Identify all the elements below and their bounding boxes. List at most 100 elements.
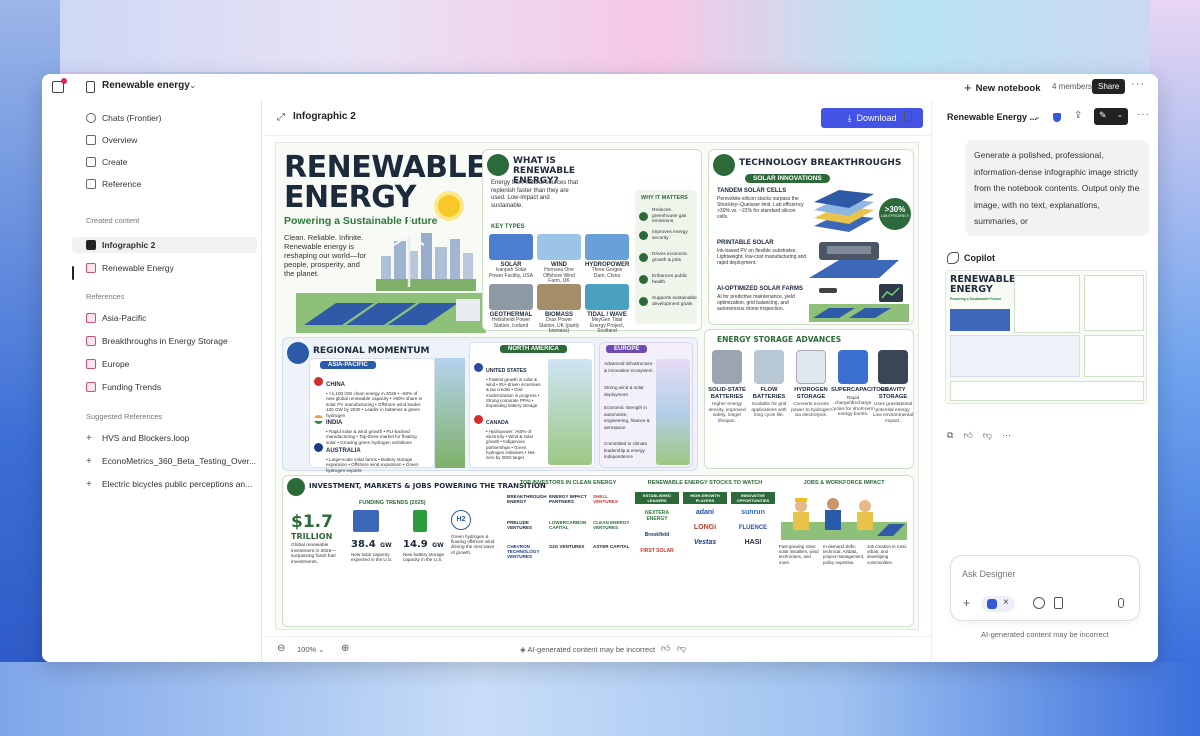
share-button[interactable]: Share xyxy=(1092,79,1126,94)
zoom-value: 100% xyxy=(297,645,317,654)
asia-pacific-panel: ASIA-PACIFIC CHINA • >1,100 GW clean ener… xyxy=(309,358,435,473)
briefcase-icon xyxy=(287,478,305,496)
region-tag: NORTH AMERICA xyxy=(500,345,567,353)
download-icon: ⤓ xyxy=(847,112,852,123)
chevron-down-icon[interactable]: ⌄ xyxy=(189,80,197,91)
country-name: CANADA xyxy=(486,420,509,426)
wallpaper-top xyxy=(0,0,1200,72)
stock-name: LONGi xyxy=(693,524,717,531)
suggested-item[interactable]: + Electric bicycles public perceptions an… xyxy=(86,476,252,492)
notebook-icon xyxy=(86,81,95,93)
palette-icon[interactable] xyxy=(1033,597,1045,609)
section-body: Energy from natural sources that repleni… xyxy=(491,180,579,209)
share-icon[interactable]: ⇪ xyxy=(1074,110,1082,121)
what-is-section: WHAT IS RENEWABLE ENERGY? Energy from na… xyxy=(482,149,702,334)
reference-label: Funding Trends xyxy=(102,382,162,392)
sidebar-item-reference[interactable]: Reference xyxy=(86,176,141,192)
china-flag-icon xyxy=(314,377,323,387)
attach-icon[interactable] xyxy=(1054,597,1063,609)
key-type-desc: MeyGen Tidal Energy Project, Scotland xyxy=(589,317,625,334)
infographic-icon xyxy=(86,240,96,250)
sidebar-item-overview[interactable]: Overview xyxy=(86,132,137,148)
panel-title[interactable]: Renewable Energy ... xyxy=(947,112,1037,122)
key-type-biomass: BIOMASS Drax Power Station, UK (partly bi… xyxy=(537,284,581,335)
more-options-icon[interactable]: ··· xyxy=(1002,430,1011,441)
hydrogen-tank-icon xyxy=(796,350,826,384)
drone-illustration xyxy=(809,284,909,322)
copy-icon[interactable] xyxy=(904,111,912,122)
more-options-icon[interactable]: ··· xyxy=(1137,109,1150,120)
gear-icon xyxy=(713,154,735,176)
biomass-image xyxy=(537,284,581,310)
zoom-in-icon[interactable]: ⊕ xyxy=(341,643,349,654)
stock-name: Brookfield xyxy=(644,532,670,538)
close-icon[interactable]: × xyxy=(1003,597,1009,608)
europe-point-text: Committed to climate leadership & energy… xyxy=(604,441,648,459)
investors-label: TOP INVESTORS IN CLEAN ENERGY xyxy=(519,480,617,486)
thumbs-down-icon[interactable]: 👎︎ xyxy=(677,643,686,654)
tech-item-desc: Perovskite-silicon stacks surpass the Sh… xyxy=(717,196,804,220)
thumbs-up-icon[interactable]: 👍︎ xyxy=(661,643,670,654)
sidebar-item-infographic-2[interactable]: Infographic 2 xyxy=(72,237,257,253)
jobs-label: JOBS & WORKFORCE IMPACT xyxy=(803,480,885,486)
notebook-title[interactable]: Renewable energy xyxy=(102,80,190,91)
zoom-level[interactable]: 100% ⌄ xyxy=(297,645,325,654)
storage-name: SOLID-STATE BATTERIES xyxy=(708,387,746,400)
tech-item: AI-OPTIMIZED SOLAR FARMS AI for predictiv… xyxy=(717,286,807,312)
more-options-icon[interactable]: ··· xyxy=(1131,78,1145,90)
new-chat-button[interactable]: ✎ ⌄ xyxy=(1094,108,1128,125)
add-icon[interactable]: + xyxy=(963,596,970,610)
europe-point-text: Strong wind & solar deployment xyxy=(604,385,644,397)
copilot-label: Copilot xyxy=(947,252,995,264)
reference-item[interactable]: Breakthroughs in Energy Storage xyxy=(86,333,228,349)
reference-item[interactable]: Asia-Pacific xyxy=(86,310,146,326)
zoom-out-icon[interactable]: ⊖ xyxy=(277,643,285,654)
thumbs-up-icon[interactable]: 👍︎ xyxy=(963,430,972,441)
sidebar-item-label: Overview xyxy=(102,135,138,145)
why-icon xyxy=(639,231,648,240)
storage-item: HYDROGEN STORAGE Converts excess power to… xyxy=(789,350,833,419)
sidebar-item-label: Renewable Energy xyxy=(102,263,174,273)
sidebar-item-chats[interactable]: Chats (Frontier) xyxy=(86,110,162,126)
suggested-item[interactable]: + EconoMetrics_360_Beta_Testing_Over... xyxy=(86,453,256,469)
plus-icon: + xyxy=(86,455,92,467)
members-count[interactable]: 4 members xyxy=(1052,82,1092,91)
reference-item[interactable]: Funding Trends xyxy=(86,379,161,395)
country-name: AUSTRALIA xyxy=(326,448,361,454)
app-menu-icon[interactable] xyxy=(52,78,67,93)
kpi-unit: GW xyxy=(380,542,392,549)
copy-icon[interactable]: ⧉ xyxy=(947,430,953,441)
investment-section: INVESTMENT, MARKETS & JOBS POWERING THE … xyxy=(282,475,914,627)
chat-input-box: + × xyxy=(950,555,1140,621)
stock-name: sunrun xyxy=(741,509,765,516)
designer-chip[interactable]: × xyxy=(981,596,1015,612)
technology-section: TECHNOLOGY BREAKTHROUGHS SOLAR INNOVATIO… xyxy=(708,149,914,325)
kpi-desc: Global renewable investment in 2025—surp… xyxy=(291,543,337,565)
storage-item: SUPERCAPACITORS Rapid charge/discharge cy… xyxy=(831,350,889,418)
solar-panels-illustration xyxy=(296,293,486,333)
kpi-investment: $1.7 TRILLION Global renewable investment … xyxy=(291,512,349,565)
stock-name: FLUENCE xyxy=(738,525,768,531)
country-name: INDIA xyxy=(326,420,343,426)
reference-item[interactable]: Europe xyxy=(86,356,129,372)
kpi-unit: GW xyxy=(432,542,444,549)
generated-image-thumbnail[interactable]: RENEWABLE ENERGY Powering a Sustainable F… xyxy=(945,270,1147,404)
overview-icon xyxy=(86,135,96,145)
section-heading: TECHNOLOGY BREAKTHROUGHS xyxy=(739,158,902,168)
expand-icon[interactable]: ⤢ xyxy=(277,112,285,123)
key-type-desc: Drax Power Station, UK (partly biomass) xyxy=(538,317,580,334)
references-heading: References xyxy=(86,292,125,301)
thumbs-down-icon[interactable]: 👎︎ xyxy=(983,430,992,441)
storage-desc: Rapid charge/discharge cycles for short-… xyxy=(831,395,875,418)
microphone-icon[interactable] xyxy=(1118,598,1124,608)
ask-designer-input[interactable] xyxy=(962,569,1122,579)
sidebar-item-create[interactable]: Create xyxy=(86,154,128,170)
sidebar-item-renewable-energy[interactable]: Renewable Energy xyxy=(86,260,174,276)
why-icon xyxy=(639,211,648,221)
new-notebook-button[interactable]: + New notebook xyxy=(964,80,1041,95)
stock-column-head: INNOVATIVE OPPORTUNITIES xyxy=(731,492,775,504)
globe-icon xyxy=(287,342,309,364)
key-type-solar: SOLAR Ivanpah Solar Power Facility, USA xyxy=(489,234,533,279)
suggested-item[interactable]: + HVS and Blockers.loop xyxy=(86,430,189,446)
chevron-down-icon[interactable]: ⌄ xyxy=(1034,112,1041,121)
